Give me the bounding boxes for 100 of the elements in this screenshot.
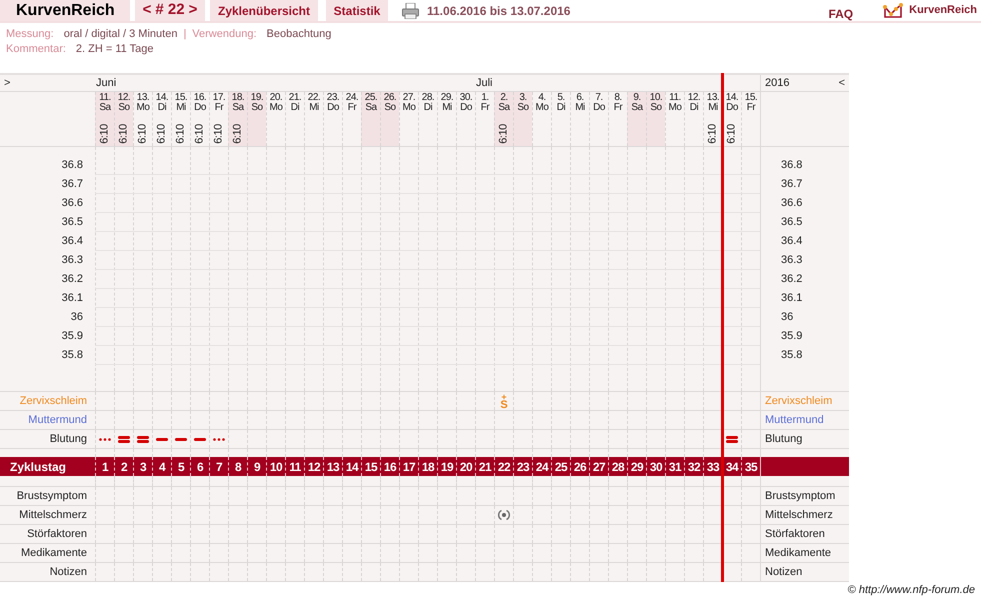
weekday-label: Mi (176, 103, 186, 113)
weekday-label: Mo (136, 103, 150, 113)
cycle-day-number: 14 (346, 458, 358, 476)
temperature-label: 36.8 (62, 158, 83, 174)
temperature-label: 36.4 (781, 234, 802, 250)
cycle-day-number: 26 (574, 458, 586, 476)
row-label: Störfaktoren (27, 526, 87, 542)
day-number: 20. (270, 93, 282, 103)
cycle-day-number: 29 (630, 458, 644, 476)
row-label: Notizen (50, 564, 87, 580)
day-number: 3. (519, 93, 527, 103)
weekday-label: So (650, 103, 662, 113)
day-number: 22. (308, 93, 320, 103)
cycle-day-number: 15 (364, 458, 378, 476)
day-number: 17. (212, 93, 226, 103)
day-number: 11. (99, 93, 111, 103)
weekday-label: Di (690, 103, 698, 113)
cycle-day-number: 30 (650, 458, 662, 476)
faq-link[interactable]: FAQ (828, 4, 854, 22)
printer-icon[interactable] (402, 2, 419, 18)
temperature-label: 36.6 (781, 196, 802, 212)
year-label: 2016 (765, 76, 790, 91)
cycle-day-number: 24 (536, 458, 548, 476)
row-label: Muttermund (765, 412, 824, 428)
cycle-day-number: 8 (234, 458, 242, 476)
measurement-time: 6:10 (727, 124, 737, 144)
day-number: 21. (288, 93, 302, 103)
cycle-day-number: 28 (612, 458, 624, 476)
nav-tab[interactable]: Zyklenübersicht (210, 0, 318, 21)
cycle-day-number: 9 (254, 458, 260, 476)
day-number: 14. (726, 93, 738, 103)
cycle-day-number: 5 (178, 458, 184, 476)
next-cycle-link[interactable]: > (188, 0, 198, 22)
weekday-label: Sa (99, 103, 111, 113)
weekday-label: Fr (480, 103, 490, 113)
day-number: 11. (669, 93, 681, 103)
cycle-day-number: 16 (384, 458, 396, 476)
cycle-day-number: 11 (289, 458, 301, 476)
row-label: Brustsymptom (765, 488, 836, 504)
day-number: 26. (384, 93, 396, 103)
cycle-day-number: 18 (422, 458, 434, 476)
weekday-label: Mi (575, 103, 585, 113)
weekday-label: Mo (270, 103, 282, 113)
usage-value: Beobachtung (266, 27, 332, 42)
temperature-label: 36.7 (62, 177, 83, 192)
brand-title[interactable]: KurvenReich (0, 0, 130, 21)
measurement-time: 6:10 (233, 124, 243, 144)
previous-cycle-link[interactable]: < (142, 0, 152, 22)
measurement-time: 6:10 (176, 124, 186, 144)
weekday-label: Fr (348, 103, 356, 113)
expand-right-toggle[interactable]: < (838, 74, 845, 92)
nav-tab[interactable]: Statistik (326, 0, 388, 21)
cycle-day-number: 10 (270, 458, 282, 476)
weekday-label: Mo (402, 103, 416, 113)
weekday-label: Mo (668, 103, 682, 113)
temperature-label: 36.8 (781, 158, 802, 174)
measurement-value: oral / digital / 3 Minuten (64, 27, 178, 42)
expand-left-toggle[interactable]: > (4, 74, 10, 92)
weekday-label: Sa (631, 103, 643, 113)
month-label: Juli (476, 76, 493, 91)
weekday-label: Sa (365, 103, 377, 113)
weekday-label: Mo (536, 103, 548, 113)
measurement-time: 6:10 (708, 124, 718, 144)
cycle-day-number: 32 (688, 458, 700, 476)
row-label: Muttermund (28, 412, 87, 428)
row-label: Störfaktoren (765, 526, 825, 542)
weekday-label: Do (327, 103, 339, 113)
row-label: Zervixschleim (20, 394, 87, 409)
weekday-label: So (517, 103, 529, 113)
cycle-day-number: 12 (308, 458, 320, 476)
day-number: 12. (118, 93, 130, 103)
measurement-time: 6:10 (499, 124, 509, 144)
weekday-label: Mi (309, 103, 319, 113)
row-label: Blutung (765, 432, 802, 447)
usage-label: Verwendung: (192, 27, 257, 42)
copyright-link[interactable]: © http://www.nfp-forum.de (848, 584, 975, 597)
day-number: 12. (688, 93, 700, 103)
day-number: 25. (364, 93, 378, 103)
cycle-number: # 22 (155, 0, 185, 20)
weekday-label: Di (158, 103, 166, 113)
mucus-symbol: + S (500, 393, 508, 409)
comment-value: 2. ZH = 11 Tage (76, 42, 154, 57)
weekday-label: Do (593, 103, 605, 113)
cycle-day-number: 1 (102, 458, 108, 476)
day-number: 4. (538, 93, 546, 103)
cycle-day-number: 6 (196, 458, 204, 476)
day-number: 10. (650, 93, 662, 103)
separator: | (183, 27, 186, 42)
cycle-day-number: 4 (158, 458, 166, 476)
day-number: 1. (481, 93, 489, 103)
temperature-label: 36.3 (62, 253, 83, 268)
cycle-day-number: 21 (478, 458, 492, 476)
cycle-day-number: 13 (326, 458, 340, 476)
month-label: Juni (96, 76, 116, 91)
day-number: 14. (156, 93, 168, 103)
measurement-time: 6:10 (138, 124, 148, 144)
day-number: 23. (326, 93, 340, 103)
cycle-day-number: 33 (706, 458, 720, 476)
day-number: 24. (346, 93, 358, 103)
temperature-label: 35.8 (62, 348, 83, 364)
